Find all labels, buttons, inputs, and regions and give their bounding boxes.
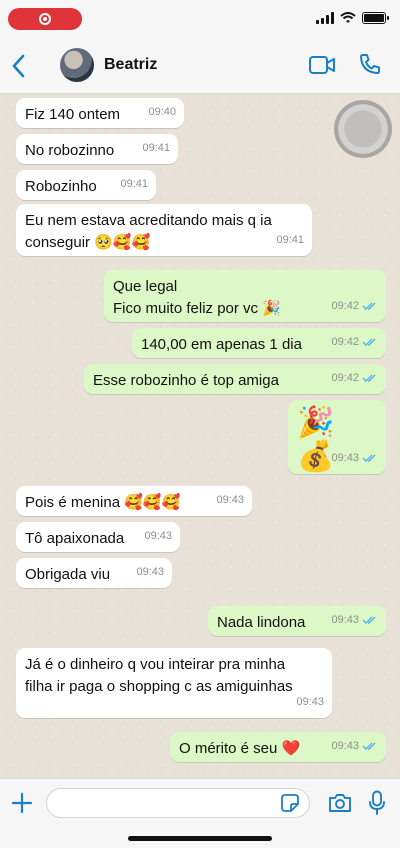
message-text: Pois é menina 🥰🥰🥰 [25, 494, 181, 511]
message-bubble-outgoing[interactable]: 🎉 💰 09:43 [288, 400, 386, 474]
message-time: 09:41 [120, 178, 148, 190]
message-time: 09:42 [331, 372, 359, 384]
message-bubble-incoming[interactable]: Já é o dinheiro q vou inteirar pra minha… [16, 648, 332, 718]
read-receipt-icon [362, 742, 376, 750]
message-bubble-incoming[interactable]: Eu nem estava acreditando mais q ia cons… [16, 204, 312, 256]
avatar[interactable] [60, 48, 94, 82]
battery-icon [362, 12, 389, 24]
chat-area[interactable]: Fiz 140 ontem 09:40 No robozinno 09:41 R… [0, 94, 400, 778]
message-bubble-outgoing[interactable]: Nada lindona 09:43 [208, 606, 386, 636]
message-text: Eu nem estava acreditando mais q ia cons… [25, 212, 272, 251]
read-receipt-icon [362, 454, 376, 462]
message-bubble-incoming[interactable]: Tô apaixonada 09:43 [16, 522, 180, 552]
message-bubble-incoming[interactable]: Fiz 140 ontem 09:40 [16, 98, 184, 128]
message-bubble-outgoing[interactable]: Esse robozinho é top amiga 09:42 [84, 364, 386, 394]
message-time: 09:43 [136, 566, 164, 578]
message-text: Já é o dinheiro q vou inteirar pra minha… [25, 656, 293, 695]
sticker-icon[interactable] [280, 793, 300, 813]
chevron-left-icon[interactable] [8, 52, 30, 80]
message-time: 09:43 [216, 494, 244, 506]
message-time: 09:41 [142, 142, 170, 154]
plus-icon[interactable] [10, 791, 34, 815]
message-time: 09:40 [148, 106, 176, 118]
message-bubble-incoming[interactable]: Pois é menina 🥰🥰🥰 09:43 [16, 486, 252, 516]
read-receipt-icon [362, 374, 376, 382]
screen-recording-indicator[interactable] [8, 8, 82, 30]
read-receipt-icon [362, 302, 376, 310]
floating-assistive-touch-button[interactable] [334, 100, 392, 158]
read-receipt-icon [362, 616, 376, 624]
message-time: 09:43 [144, 530, 172, 542]
message-time: 09:42 [331, 336, 359, 348]
video-call-icon[interactable] [308, 54, 336, 76]
message-bubble-outgoing[interactable]: O mérito é seu ❤️ 09:43 [170, 732, 386, 762]
message-time: 09:43 [331, 452, 359, 464]
status-bar [0, 0, 400, 38]
message-input[interactable] [46, 788, 310, 818]
message-time: 09:43 [296, 696, 324, 708]
signal-icon [316, 12, 334, 24]
message-time: 09:43 [331, 740, 359, 752]
camera-icon[interactable] [328, 792, 352, 814]
phone-icon[interactable] [358, 52, 382, 76]
message-bubble-incoming[interactable]: No robozinno 09:41 [16, 134, 178, 164]
read-receipt-icon [362, 338, 376, 346]
wifi-icon [340, 12, 356, 23]
message-time: 09:42 [331, 300, 359, 312]
microphone-icon[interactable] [368, 790, 386, 816]
message-bubble-incoming[interactable]: Robozinho 09:41 [16, 170, 156, 200]
home-indicator[interactable] [128, 836, 272, 841]
message-bubble-outgoing[interactable]: 140,00 em apenas 1 dia 09:42 [132, 328, 386, 358]
message-time: 09:43 [331, 614, 359, 626]
contact-name[interactable]: Beatriz [104, 56, 157, 74]
message-bubble-incoming[interactable]: Obrigada viu 09:43 [16, 558, 172, 588]
message-time: 09:41 [276, 234, 304, 246]
status-icons [316, 12, 389, 24]
screen-recording-icon [39, 13, 51, 25]
message-bubble-outgoing[interactable]: Que legal Fico muito feliz por vc 🎉 09:4… [104, 270, 386, 322]
chat-header: Beatriz [0, 38, 400, 94]
